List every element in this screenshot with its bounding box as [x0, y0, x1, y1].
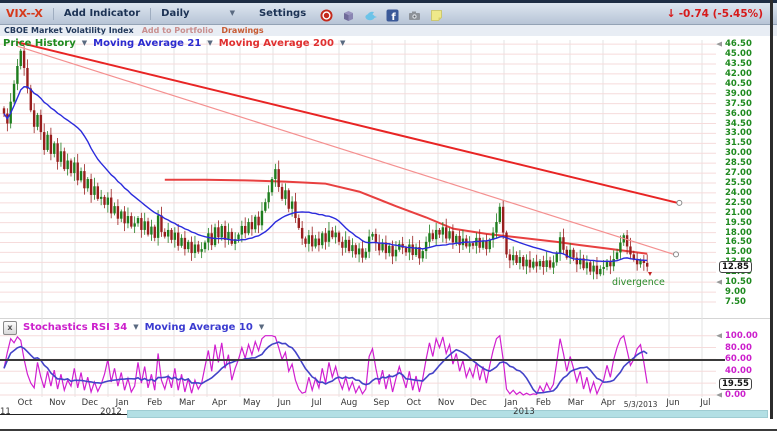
price-axis-label: 43.50	[725, 59, 752, 69]
month-label: Nov	[438, 398, 455, 408]
month-label: May	[243, 398, 261, 408]
chevron-down-icon[interactable]: ▼	[82, 40, 87, 47]
price-axis-label: 24.00	[725, 188, 752, 198]
year-label: 11	[0, 407, 11, 417]
indicator-stoch-rsi[interactable]: Stochastics RSI 34	[23, 322, 127, 333]
price-axis-label: 22.50	[725, 198, 752, 208]
month-label: Mar	[568, 398, 584, 408]
month-label: Jun	[666, 398, 679, 408]
close-icon[interactable]: x	[3, 321, 17, 335]
price-axis-label: 42.00	[725, 69, 752, 79]
price-axis-label: 10.50	[725, 277, 752, 287]
price-axis-label: 21.00	[725, 208, 752, 218]
price-axis-label: 9.00	[725, 287, 746, 297]
price-axis-label: 46.50	[725, 39, 752, 49]
price-indicator-row: Price History ▼ Moving Average 21 ▼ Movi…	[3, 37, 345, 49]
month-label: Feb	[536, 398, 551, 408]
price-axis-label: 40.50	[725, 79, 752, 89]
month-label: Jul	[700, 398, 710, 408]
month-label: Sep	[373, 398, 389, 408]
price-axis-label: 15.00	[725, 247, 752, 257]
month-label: Jun	[278, 398, 291, 408]
price-axis-label: 37.50	[725, 99, 752, 109]
indicator-ma21[interactable]: Moving Average 21	[93, 38, 201, 49]
month-label: Feb	[147, 398, 162, 408]
month-label: Mar	[179, 398, 195, 408]
chevron-down-icon[interactable]: ▼	[259, 324, 264, 331]
month-label: Dec	[470, 398, 486, 408]
price-axis-label: 18.00	[725, 228, 752, 238]
chart-canvas[interactable]	[0, 0, 777, 432]
divergence-annotation: divergence	[612, 277, 665, 288]
price-axis-label: 33.00	[725, 128, 752, 138]
last-price-badge: 12.85	[719, 261, 752, 273]
price-axis-label: 25.50	[725, 178, 752, 188]
charting-app-window: VIX--X Add Indicator Daily ▼ Settings f	[0, 0, 777, 432]
month-label: Nov	[49, 398, 66, 408]
stoch-axis-label: 80.00	[725, 343, 752, 353]
price-axis-label: 27.00	[725, 168, 752, 178]
price-axis-label: 7.50	[725, 297, 746, 307]
month-label: Jul	[311, 398, 321, 408]
year-label: 2012	[100, 407, 122, 417]
indicator-ma10[interactable]: Moving Average 10	[145, 322, 253, 333]
chevron-down-icon[interactable]: ▼	[340, 40, 345, 47]
month-label: 5/3/2013	[624, 400, 658, 409]
stoch-axis-label: 0.00	[725, 390, 746, 400]
price-axis-label: 34.50	[725, 119, 752, 129]
indicator-price-history[interactable]: Price History	[3, 38, 76, 49]
month-label: Apr	[601, 398, 616, 408]
price-axis-label: 28.50	[725, 158, 752, 168]
price-axis-label: 31.50	[725, 138, 752, 148]
price-axis-label: 39.00	[725, 89, 752, 99]
chevron-down-icon[interactable]: ▼	[207, 40, 212, 47]
stoch-axis-label: 60.00	[725, 354, 752, 364]
stoch-indicator-row: x Stochastics RSI 34 ▼ Moving Average 10…	[3, 321, 264, 334]
stoch-axis-label: 40.00	[725, 366, 752, 376]
price-axis-label: 45.00	[725, 49, 752, 59]
stoch-value-badge: 19.55	[719, 378, 752, 390]
year-label: 2013	[513, 407, 535, 417]
month-label: Apr	[212, 398, 227, 408]
price-axis-label: 36.00	[725, 109, 752, 119]
price-axis-label: 16.50	[725, 237, 752, 247]
month-label: Aug	[341, 398, 358, 408]
indicator-ma200[interactable]: Moving Average 200	[219, 38, 334, 49]
month-label: Oct	[18, 398, 33, 408]
month-label: Oct	[406, 398, 421, 408]
stoch-axis-label: 100.00	[725, 331, 758, 341]
price-axis-label: 19.50	[725, 218, 752, 228]
month-label: Dec	[82, 398, 98, 408]
chevron-down-icon[interactable]: ▼	[133, 324, 138, 331]
price-axis-label: 30.00	[725, 148, 752, 158]
